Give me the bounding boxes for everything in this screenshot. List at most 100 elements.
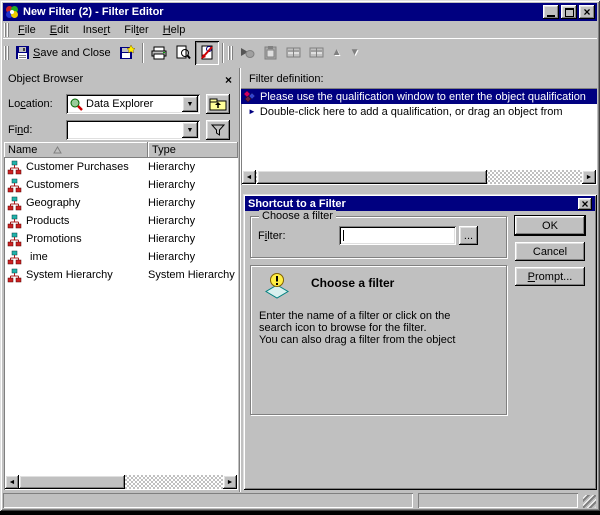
menu-filter[interactable]: Filter [117,23,155,37]
condition-icon [309,46,324,59]
minimize-icon [547,14,555,17]
status-panel-secondary [418,493,578,508]
object-list-hscrollbar[interactable]: ◄ ► [5,475,237,489]
list-item[interactable]: Customers Hierarchy [4,176,238,194]
maximize-button[interactable] [561,5,577,19]
choose-filter-groupbox: Choose a filter Filter: ... [250,210,507,258]
scroll-right-button[interactable]: ► [223,475,237,489]
up-one-level-button[interactable] [206,94,230,114]
object-list: Name Type Customer Purchases Hierarchy C… [4,142,238,490]
filter-definition-hscrollbar[interactable]: ◄ ► [242,170,596,184]
menubar-grip[interactable] [4,23,9,37]
object-browser-title: Object Browser [8,73,84,85]
status-bar [3,491,597,509]
info-text-line: Enter the name of a filter or click on t… [259,310,451,322]
filter-find-button[interactable] [206,120,230,140]
browse-filter-button[interactable]: ... [459,226,478,245]
condition-button-2-disabled [305,41,328,65]
down-arrow-icon: ▼ [349,47,360,58]
window-title: New Filter (2) - Filter Editor [23,6,164,18]
info-text-line: You can also drag a filter from the obje… [259,334,456,346]
column-header-name[interactable]: Name [4,142,148,158]
toolbar-separator [141,42,144,63]
resize-grip-icon[interactable] [583,495,596,508]
scroll-right-button[interactable]: ► [582,170,596,184]
close-icon: × [224,72,232,87]
prompt-label: Prompt... [527,270,573,283]
save-and-close-button[interactable]: Save and Close [11,41,115,65]
qualification-row-selected[interactable]: Please use the qualification window to e… [241,89,597,104]
print-preview-button[interactable] [171,41,195,65]
maximize-icon [564,7,574,17]
dropdown-arrow-button[interactable]: ▼ [182,122,198,138]
toolbar-separator [221,42,224,63]
list-item[interactable]: System Hierarchy System Hierarchy [4,266,238,284]
find-label: Find: [8,124,33,136]
object-browser-toggle-button[interactable] [194,40,219,65]
scroll-left-button[interactable]: ◄ [5,475,19,489]
list-item[interactable]: Geography Hierarchy [4,194,238,212]
info-title: Choose a filter [311,276,395,290]
dialog-close-button[interactable]: × [578,197,592,210]
menu-edit[interactable]: Edit [43,23,76,37]
pane-close-button[interactable]: × [222,72,235,87]
funnel-icon [210,123,226,137]
list-item[interactable]: Customer Purchases Hierarchy [4,158,238,176]
hierarchy-icon [7,178,22,193]
find-input[interactable] [69,122,169,138]
dialog-title-bar: Shortcut to a Filter × [245,196,595,211]
scrollbar-thumb[interactable] [257,170,487,184]
toolbar-grip[interactable] [4,45,9,60]
list-item[interactable]: ime Hierarchy [4,248,238,266]
prompt-button[interactable]: Prompt... [515,267,585,286]
hierarchy-icon [7,232,22,247]
scroll-left-icon: ◄ [8,478,16,486]
location-label: Location: [8,98,53,110]
hierarchy-icon [7,250,22,265]
close-button[interactable]: × [579,5,595,19]
toolbar-grip[interactable] [227,45,233,60]
hierarchy-icon [7,268,22,283]
qualification-hint-text: Please use the qualification window to e… [260,90,586,103]
location-combobox[interactable]: Data Explorer ▼ [66,94,200,114]
add-qualification-row[interactable]: ► Double-click here to add a qualificati… [241,104,597,119]
minimize-button[interactable] [543,5,559,19]
ok-button[interactable]: OK [514,215,586,236]
apply-icon [239,46,255,60]
status-panel-main [3,493,413,508]
list-item[interactable]: Promotions Hierarchy [4,230,238,248]
scroll-left-icon: ◄ [245,173,253,181]
menu-file[interactable]: File [11,23,43,37]
scrollbar-thumb[interactable] [19,475,125,489]
print-preview-icon [175,45,191,60]
menu-insert[interactable]: Insert [76,23,118,37]
print-icon [151,46,167,60]
paste-button-disabled [259,41,282,65]
location-value: Data Explorer [86,98,154,110]
scroll-left-button[interactable]: ◄ [242,170,256,184]
apply-button-disabled [235,41,259,65]
condition-button-disabled [282,41,305,65]
cancel-button[interactable]: Cancel [515,242,585,261]
save-as-button[interactable] [115,41,139,65]
info-text-line: search icon to browse for the filter. [259,322,427,334]
up-arrow-icon: ▲ [331,47,342,58]
chevron-down-icon: ▼ [186,100,194,108]
object-browser-header: Object Browser × [3,68,239,88]
move-down-button-disabled: ▼ [346,41,364,65]
text-cursor [343,230,344,241]
menu-help[interactable]: Help [156,23,193,37]
column-header-type[interactable]: Type [148,142,238,158]
clipboard-icon [263,45,278,60]
dropdown-arrow-button[interactable]: ▼ [182,96,198,112]
object-browser-icon [199,45,215,60]
filter-definition-label: Filter definition: [249,73,324,85]
print-button[interactable] [147,41,171,65]
list-item[interactable]: Products Hierarchy [4,212,238,230]
menu-bar: File Edit Insert Filter Help [3,22,597,38]
filter-name-input[interactable] [339,226,456,245]
hierarchy-icon [7,214,22,229]
find-combobox[interactable]: ▼ [66,120,200,140]
shortcut-to-filter-dialog: Shortcut to a Filter × Choose a filter F… [243,194,597,490]
filter-definition-panel: Please use the qualification window to e… [241,88,597,185]
